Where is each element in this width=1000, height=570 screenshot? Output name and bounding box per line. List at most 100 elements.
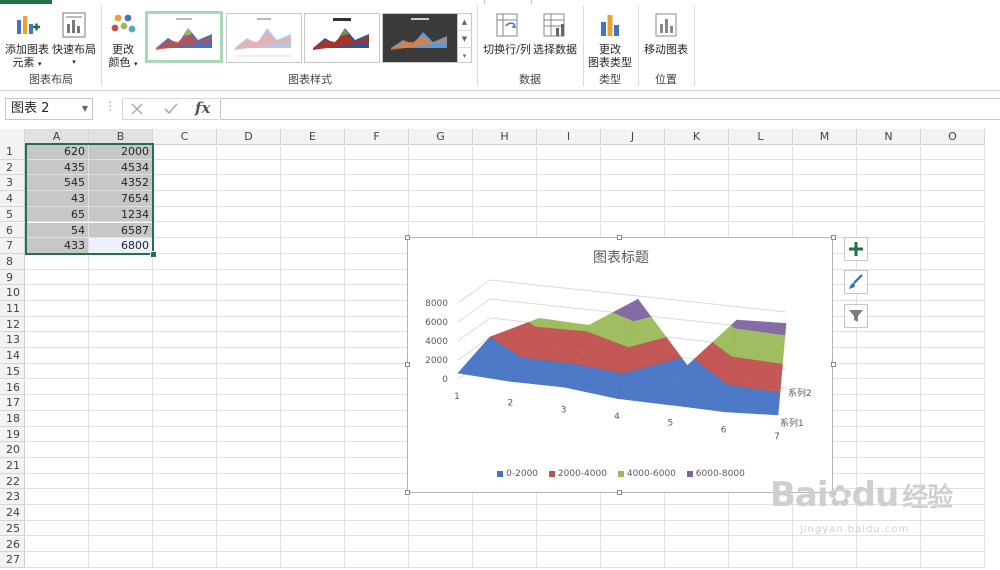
cell-d12[interactable]: [217, 316, 281, 333]
cell-k4[interactable]: [665, 191, 729, 207]
row-header-17[interactable]: 17: [0, 395, 25, 411]
cell-f10[interactable]: [345, 285, 409, 301]
row-header-22[interactable]: 22: [0, 473, 25, 490]
scroll-down-icon[interactable]: ▼: [458, 31, 471, 48]
cell-o2[interactable]: [921, 159, 985, 176]
cell-n5[interactable]: [857, 206, 921, 223]
cell-l25[interactable]: [729, 520, 793, 537]
cell-e21[interactable]: [281, 458, 345, 474]
cell-o12[interactable]: [921, 316, 985, 333]
cell-f5[interactable]: [345, 206, 409, 223]
resize-handle-t[interactable]: [617, 235, 622, 240]
cell-o5[interactable]: [921, 206, 985, 223]
row-header-3[interactable]: 3: [0, 175, 25, 192]
cell-b9[interactable]: [89, 269, 153, 286]
column-header-a[interactable]: A: [25, 129, 89, 145]
cell-b24[interactable]: [89, 505, 153, 521]
cell-f20[interactable]: [345, 442, 409, 458]
cell-e11[interactable]: [281, 301, 345, 317]
cell-d16[interactable]: [217, 379, 281, 396]
cell-o11[interactable]: [921, 301, 985, 317]
cell-m1[interactable]: [793, 144, 857, 160]
cell-e12[interactable]: [281, 316, 345, 333]
column-header-d[interactable]: D: [217, 129, 281, 145]
cell-f18[interactable]: [345, 410, 409, 427]
cell-a13[interactable]: [25, 332, 89, 349]
cell-b4[interactable]: 7654: [89, 191, 153, 207]
cell-a24[interactable]: [25, 505, 89, 521]
chart-styles-scroll[interactable]: ▲ ▼ ▾: [457, 13, 472, 63]
chart-style-2[interactable]: [226, 13, 302, 63]
row-header-20[interactable]: 20: [0, 442, 25, 458]
cell-n26[interactable]: [857, 536, 921, 553]
cell-o14[interactable]: [921, 348, 985, 364]
cell-h26[interactable]: [473, 536, 537, 553]
cell-a27[interactable]: [25, 552, 89, 568]
cell-d7[interactable]: [217, 238, 281, 254]
cell-c16[interactable]: [153, 379, 217, 396]
cell-l6[interactable]: [729, 222, 793, 239]
cell-a9[interactable]: [25, 269, 89, 286]
cell-c2[interactable]: [153, 159, 217, 176]
row-header-27[interactable]: 27: [0, 552, 25, 568]
cell-k26[interactable]: [665, 536, 729, 553]
cell-f26[interactable]: [345, 536, 409, 553]
cell-o21[interactable]: [921, 458, 985, 474]
cell-e3[interactable]: [281, 175, 345, 192]
column-header-e[interactable]: E: [281, 129, 345, 145]
cell-d4[interactable]: [217, 191, 281, 207]
cell-o7[interactable]: [921, 238, 985, 254]
cell-i5[interactable]: [537, 206, 601, 223]
cell-b5[interactable]: 1234: [89, 206, 153, 223]
cell-d8[interactable]: [217, 253, 281, 270]
cell-n20[interactable]: [857, 442, 921, 458]
scroll-up-icon[interactable]: ▲: [458, 14, 471, 31]
cell-n1[interactable]: [857, 144, 921, 160]
cell-j27[interactable]: [601, 552, 665, 568]
cell-n14[interactable]: [857, 348, 921, 364]
cell-f17[interactable]: [345, 395, 409, 411]
name-box[interactable]: 图表 2 ▼: [5, 98, 93, 120]
cell-c12[interactable]: [153, 316, 217, 333]
cell-b6[interactable]: 6587: [89, 222, 153, 239]
cell-i2[interactable]: [537, 159, 601, 176]
column-header-l[interactable]: L: [729, 129, 793, 145]
cell-o6[interactable]: [921, 222, 985, 239]
resize-handle-tl[interactable]: [405, 235, 410, 240]
cell-h5[interactable]: [473, 206, 537, 223]
cell-d20[interactable]: [217, 442, 281, 458]
cell-o25[interactable]: [921, 520, 985, 537]
cell-g1[interactable]: [409, 144, 473, 160]
cell-k6[interactable]: [665, 222, 729, 239]
row-header-19[interactable]: 19: [0, 426, 25, 443]
cell-a4[interactable]: 43: [25, 191, 89, 207]
cell-h1[interactable]: [473, 144, 537, 160]
enter-icon[interactable]: [163, 102, 179, 116]
cell-g2[interactable]: [409, 159, 473, 176]
row-header-6[interactable]: 6: [0, 222, 25, 239]
cell-d26[interactable]: [217, 536, 281, 553]
cell-n27[interactable]: [857, 552, 921, 568]
row-header-7[interactable]: 7: [0, 238, 25, 254]
cancel-icon[interactable]: [130, 102, 144, 116]
name-box-dropdown-icon[interactable]: ▼: [82, 99, 88, 119]
cell-d25[interactable]: [217, 520, 281, 537]
chart-area[interactable]: 图表标题 8000 6000 4000 2000 0 1 2 3 4 5 6 7 系列2 系列1 0-20…: [407, 237, 833, 493]
cell-d23[interactable]: [217, 489, 281, 506]
cell-e22[interactable]: [281, 473, 345, 490]
cell-g5[interactable]: [409, 206, 473, 223]
row-header-11[interactable]: 11: [0, 301, 25, 317]
cell-h25[interactable]: [473, 520, 537, 537]
change-colors-button[interactable]: 更改 颜色 ▾: [104, 12, 142, 71]
cell-c3[interactable]: [153, 175, 217, 192]
cell-c17[interactable]: [153, 395, 217, 411]
row-header-15[interactable]: 15: [0, 363, 25, 380]
cell-d6[interactable]: [217, 222, 281, 239]
cell-a1[interactable]: 620: [25, 144, 89, 160]
cell-o1[interactable]: [921, 144, 985, 160]
cell-f7[interactable]: [345, 238, 409, 254]
cell-b15[interactable]: [89, 363, 153, 380]
cell-f6[interactable]: [345, 222, 409, 239]
cell-e7[interactable]: [281, 238, 345, 254]
cell-e8[interactable]: [281, 253, 345, 270]
